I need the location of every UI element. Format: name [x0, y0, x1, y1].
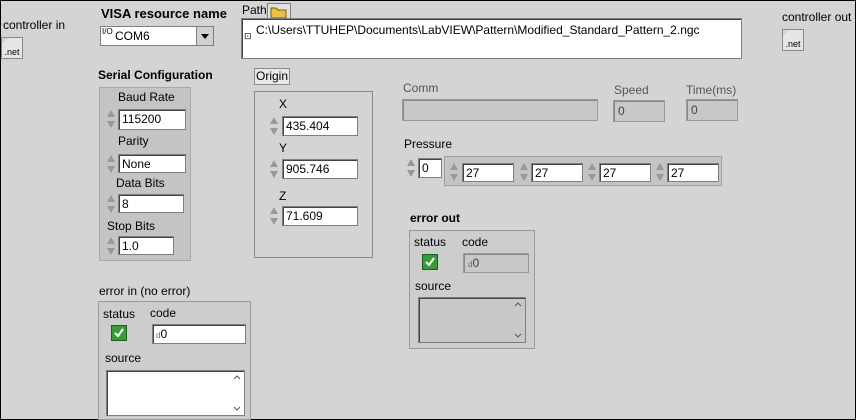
- parity-field[interactable]: None: [118, 154, 186, 173]
- dotnet-refnum-icon[interactable]: .net: [1, 37, 23, 59]
- pressure-array: 27 27 27 27: [444, 156, 722, 186]
- serial-config-cluster: Baud Rate 115200 Parity None Data Bits 8…: [99, 87, 191, 261]
- controller-out-label: controller out: [782, 10, 852, 24]
- y-label: Y: [279, 141, 288, 155]
- stop-bits-field[interactable]: 1.0: [118, 236, 174, 255]
- path-label: Path: [242, 3, 267, 17]
- pressure-spinner-3[interactable]: [655, 162, 665, 182]
- pressure-spinner-1[interactable]: [519, 162, 529, 182]
- error-in-code-field[interactable]: d0: [152, 324, 246, 344]
- data-bits-field[interactable]: 8: [118, 194, 184, 213]
- error-out-source-label: source: [415, 279, 452, 293]
- error-out-code-indicator: d0: [463, 253, 529, 273]
- baud-rate-field[interactable]: 115200: [118, 109, 186, 130]
- error-in-cluster: status code d0 source: [98, 301, 251, 420]
- pressure-field-3[interactable]: 27: [667, 163, 719, 182]
- front-panel: controller in .net controller out .net V…: [0, 0, 856, 420]
- error-out-scrollbar[interactable]: [511, 298, 525, 342]
- origin-cluster: X 435.404 Y 905.746 Z 71.609: [254, 91, 373, 258]
- comm-label: Comm: [403, 81, 439, 95]
- error-in-code-label: code: [150, 306, 177, 320]
- y-spinner[interactable]: [269, 159, 279, 179]
- pressure-spinner-2[interactable]: [587, 162, 597, 182]
- data-bits-spinner[interactable]: [106, 194, 116, 214]
- visa-resource-value: COM6: [115, 29, 150, 43]
- y-field[interactable]: 905.746: [282, 159, 358, 179]
- comm-indicator: [402, 99, 598, 121]
- error-in-code-value: 0: [160, 327, 168, 341]
- error-in-title: error in (no error): [99, 284, 191, 298]
- error-out-code-value: 0: [472, 256, 480, 270]
- path-value: C:\Users\TTUHEP\Documents\LabVIEW\Patter…: [256, 23, 700, 37]
- parity-label: Parity: [118, 134, 149, 148]
- x-label: X: [279, 97, 288, 111]
- error-out-cluster: status code d0 source: [409, 230, 535, 349]
- parity-spinner[interactable]: [106, 154, 116, 174]
- path-type-icon: ⊡: [244, 31, 252, 41]
- x-spinner[interactable]: [269, 116, 279, 136]
- controller-in-label: controller in: [3, 18, 66, 32]
- pressure-spinner-0[interactable]: [449, 162, 459, 182]
- error-in-source-label: source: [105, 351, 142, 365]
- time-label: Time(ms): [686, 83, 737, 97]
- baud-rate-label: Baud Rate: [118, 90, 175, 104]
- error-out-status-check-icon: [422, 254, 438, 270]
- pressure-field-2[interactable]: 27: [599, 163, 651, 182]
- baud-rate-spinner[interactable]: [106, 109, 116, 129]
- chevron-down-icon[interactable]: [196, 27, 213, 45]
- stop-bits-spinner[interactable]: [106, 236, 116, 256]
- error-out-title: error out: [410, 211, 461, 225]
- error-in-source-field[interactable]: [106, 370, 245, 416]
- pressure-label: Pressure: [404, 137, 453, 151]
- speed-indicator: 0: [613, 100, 665, 122]
- error-out-status-label: status: [414, 235, 447, 249]
- speed-label: Speed: [614, 83, 649, 97]
- stop-bits-label: Stop Bits: [107, 219, 156, 233]
- path-field[interactable]: ⊡ C:\Users\TTUHEP\Documents\LabVIEW\Patt…: [241, 18, 742, 59]
- controller-out-icon-text: .net: [785, 39, 801, 49]
- z-spinner[interactable]: [269, 206, 279, 226]
- visa-resource-label: VISA resource name: [101, 6, 227, 21]
- serial-config-title: Serial Configuration: [98, 68, 213, 82]
- pressure-field-0[interactable]: 27: [462, 163, 514, 182]
- error-out-source-field: [418, 297, 526, 343]
- controller-in-icon-text: .net: [4, 47, 20, 57]
- error-in-scrollbar[interactable]: [230, 371, 244, 415]
- pressure-field-1[interactable]: 27: [531, 163, 583, 182]
- z-field[interactable]: 71.609: [282, 206, 358, 226]
- origin-title: Origin: [254, 68, 290, 85]
- data-bits-label: Data Bits: [116, 176, 165, 190]
- x-field[interactable]: 435.404: [282, 116, 358, 136]
- visa-resource-select[interactable]: I/O COM6: [100, 26, 214, 46]
- dotnet-refnum-icon: .net: [782, 29, 804, 51]
- z-label: Z: [279, 189, 287, 203]
- error-out-code-label: code: [462, 235, 489, 249]
- pressure-index-field[interactable]: 0: [418, 158, 442, 178]
- error-in-status-label: status: [103, 307, 136, 321]
- io-icon: I/O: [102, 27, 113, 36]
- error-in-status-check-icon[interactable]: [111, 325, 127, 341]
- time-indicator: 0: [686, 99, 738, 121]
- pressure-index-spinner[interactable]: [406, 158, 416, 178]
